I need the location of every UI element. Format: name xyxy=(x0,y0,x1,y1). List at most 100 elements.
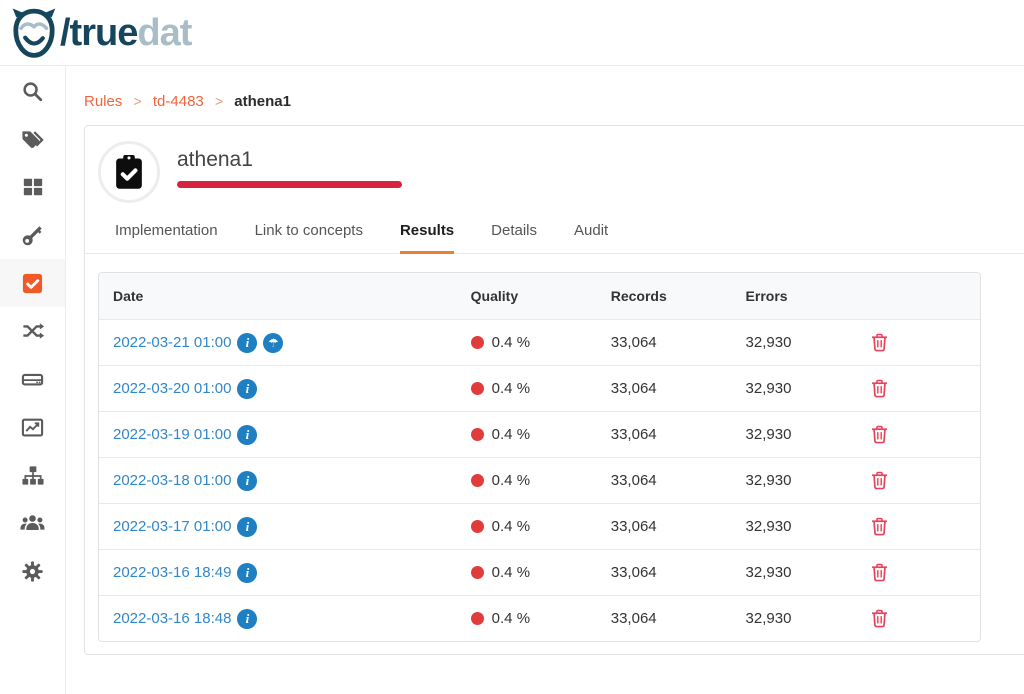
rule-quality-bar xyxy=(177,181,402,188)
sidebar-item-lineage[interactable] xyxy=(0,451,65,499)
records-value: 33,064 xyxy=(597,597,732,640)
breadcrumb-current: athena1 xyxy=(234,93,291,110)
table-row: 2022-03-18 01:00 i 0.4 % 33,064 32,930 xyxy=(99,457,980,503)
quality-value: 0.4 % xyxy=(492,334,530,351)
tab-results[interactable]: Results xyxy=(400,222,454,254)
sitemap-icon xyxy=(21,464,45,487)
grid-icon xyxy=(22,176,44,198)
sidebar-item-modules[interactable] xyxy=(0,163,65,211)
line-chart-icon xyxy=(21,416,44,439)
gear-icon xyxy=(21,560,44,583)
column-header-errors: Errors xyxy=(732,273,857,319)
trash-icon xyxy=(871,471,888,490)
result-date-link[interactable]: 2022-03-17 01:00 xyxy=(113,518,231,535)
info-icon[interactable]: i xyxy=(237,379,257,399)
delete-result-button[interactable] xyxy=(871,471,888,490)
result-date-link[interactable]: 2022-03-18 01:00 xyxy=(113,472,231,489)
quality-status-dot xyxy=(471,336,484,349)
quality-status-dot xyxy=(471,520,484,533)
column-header-records: Records xyxy=(597,273,732,319)
tab-audit[interactable]: Audit xyxy=(574,222,608,254)
result-date-link[interactable]: 2022-03-16 18:48 xyxy=(113,610,231,627)
delete-result-button[interactable] xyxy=(871,333,888,352)
table-row: 2022-03-21 01:00 i ☂ 0.4 % 33,064 32,930 xyxy=(99,319,980,365)
sidebar-item-relations[interactable] xyxy=(0,307,65,355)
check-square-icon xyxy=(21,272,44,295)
info-icon[interactable]: i xyxy=(237,471,257,491)
trash-icon xyxy=(871,563,888,582)
quality-status-dot xyxy=(471,428,484,441)
sidebar-item-settings[interactable] xyxy=(0,547,65,595)
rule-title: athena1 xyxy=(177,148,402,172)
delete-result-button[interactable] xyxy=(871,379,888,398)
errors-value: 32,930 xyxy=(732,551,857,594)
breadcrumb: Rules > td-4483 > athena1 xyxy=(66,66,1024,110)
sidebar-item-quality-rules[interactable] xyxy=(0,259,65,307)
owl-icon xyxy=(10,7,58,59)
errors-value: 32,930 xyxy=(732,367,857,410)
shuffle-icon xyxy=(21,320,45,342)
result-date-link[interactable]: 2022-03-19 01:00 xyxy=(113,426,231,443)
tags-icon xyxy=(21,128,44,151)
logo-text-dark: /true xyxy=(60,12,137,54)
table-row: 2022-03-16 18:48 i 0.4 % 33,064 32,930 xyxy=(99,595,980,641)
breadcrumb-link-rule-id[interactable]: td-4483 xyxy=(153,93,204,110)
quality-status-dot xyxy=(471,612,484,625)
result-date-link[interactable]: 2022-03-21 01:00 xyxy=(113,334,231,351)
breadcrumb-link-rules[interactable]: Rules xyxy=(84,93,122,110)
records-value: 33,064 xyxy=(597,551,732,594)
info-icon[interactable]: i xyxy=(237,563,257,583)
records-value: 33,064 xyxy=(597,321,732,364)
sidebar-item-structures[interactable] xyxy=(0,355,65,403)
records-value: 33,064 xyxy=(597,413,732,456)
quality-value: 0.4 % xyxy=(492,426,530,443)
info-icon[interactable]: i xyxy=(237,517,257,537)
rule-avatar xyxy=(98,141,160,203)
info-icon[interactable]: i xyxy=(237,425,257,445)
info-icon[interactable]: i xyxy=(237,333,257,353)
errors-value: 32,930 xyxy=(732,505,857,548)
sidebar-item-permissions[interactable] xyxy=(0,211,65,259)
clipboard-check-icon xyxy=(113,154,145,190)
result-date-link[interactable]: 2022-03-20 01:00 xyxy=(113,380,231,397)
errors-value: 32,930 xyxy=(732,413,857,456)
hard-drive-icon xyxy=(21,368,44,391)
quality-value: 0.4 % xyxy=(492,380,530,397)
results-table: Date Quality Records Errors 2022-03-21 0… xyxy=(98,272,981,642)
column-header-date: Date xyxy=(99,273,457,319)
quality-status-dot xyxy=(471,474,484,487)
result-date-link[interactable]: 2022-03-16 18:49 xyxy=(113,564,231,581)
sidebar-item-charts[interactable] xyxy=(0,403,65,451)
sidebar-item-groups[interactable] xyxy=(0,499,65,547)
info-icon[interactable]: i xyxy=(237,609,257,629)
table-row: 2022-03-17 01:00 i 0.4 % 33,064 32,930 xyxy=(99,503,980,549)
tab-implementation[interactable]: Implementation xyxy=(115,222,218,254)
breadcrumb-separator: > xyxy=(215,93,223,109)
trash-icon xyxy=(871,333,888,352)
table-row: 2022-03-16 18:49 i 0.4 % 33,064 32,930 xyxy=(99,549,980,595)
umbrella-icon[interactable]: ☂ xyxy=(263,333,283,353)
tab-details[interactable]: Details xyxy=(491,222,537,254)
records-value: 33,064 xyxy=(597,505,732,548)
delete-result-button[interactable] xyxy=(871,425,888,444)
search-icon xyxy=(21,80,44,103)
trash-icon xyxy=(871,425,888,444)
table-row: 2022-03-20 01:00 i 0.4 % 33,064 32,930 xyxy=(99,365,980,411)
records-value: 33,064 xyxy=(597,367,732,410)
tab-link-to-concepts[interactable]: Link to concepts xyxy=(255,222,363,254)
records-value: 33,064 xyxy=(597,459,732,502)
trash-icon xyxy=(871,609,888,628)
delete-result-button[interactable] xyxy=(871,609,888,628)
top-header: /truedat xyxy=(0,0,1024,66)
rule-card-header: athena1 xyxy=(85,126,1024,203)
logo-text-light: dat xyxy=(137,12,191,54)
delete-result-button[interactable] xyxy=(871,563,888,582)
quality-value: 0.4 % xyxy=(492,564,530,581)
sidebar-item-tags[interactable] xyxy=(0,115,65,163)
breadcrumb-separator: > xyxy=(134,93,142,109)
truedat-logo: /truedat xyxy=(10,7,191,59)
trash-icon xyxy=(871,379,888,398)
sidebar-item-search[interactable] xyxy=(0,67,65,115)
delete-result-button[interactable] xyxy=(871,517,888,536)
errors-value: 32,930 xyxy=(732,459,857,502)
